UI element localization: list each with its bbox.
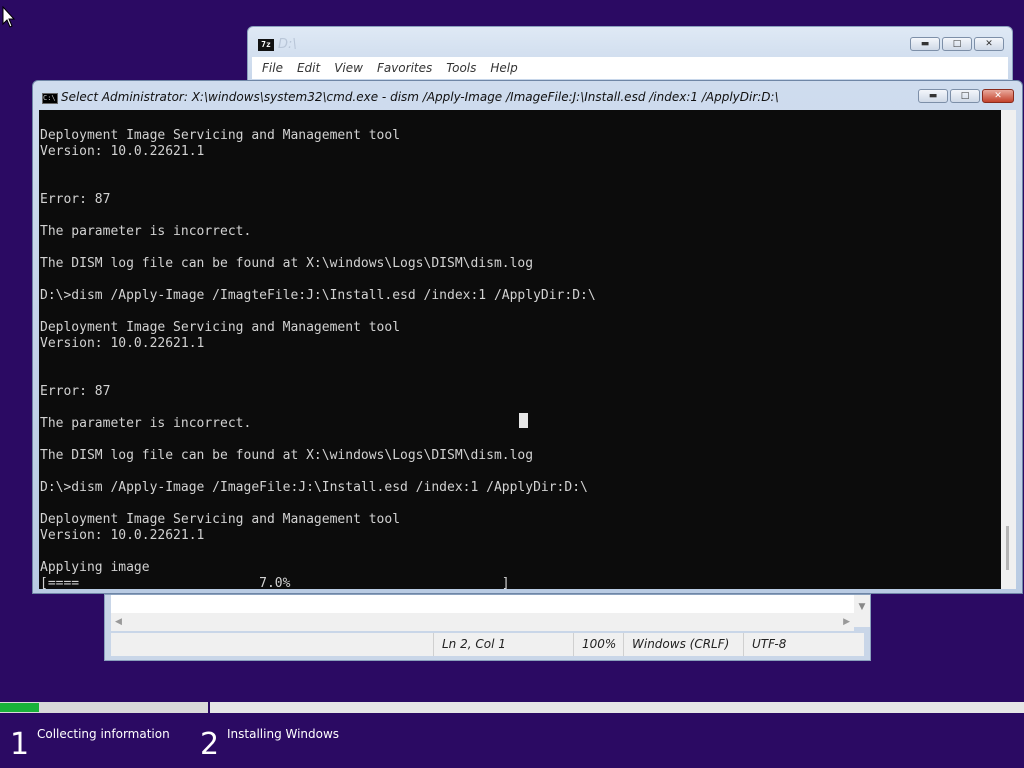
- close-icon: ✕: [985, 38, 993, 49]
- console-output[interactable]: Deployment Image Servicing and Managemen…: [39, 110, 1001, 589]
- setup-progress-divider: [208, 702, 210, 713]
- menu-help[interactable]: Help: [490, 61, 517, 75]
- cmd-close-button[interactable]: ✕: [982, 89, 1014, 103]
- scroll-down-arrow-icon[interactable]: ▼: [859, 602, 866, 612]
- minimize-icon: ▬: [920, 38, 930, 49]
- cmd-app-icon: C:\: [42, 93, 58, 104]
- menu-file[interactable]: File: [262, 61, 283, 75]
- step-2-label: Installing Windows: [227, 727, 340, 741]
- step-1-number: 1: [10, 727, 30, 762]
- setup-progress-fill: [0, 703, 39, 712]
- notepad-window[interactable]: ▼ ◀ ▶ Ln 2, Col 1 100% Windows (CRLF) UT…: [104, 594, 871, 661]
- cmd-title: Select Administrator: X:\windows\system3…: [61, 90, 779, 104]
- menu-favorites[interactable]: Favorites: [377, 61, 432, 75]
- cmd-window[interactable]: C:\ Select Administrator: X:\windows\sys…: [32, 80, 1023, 594]
- sevenzip-window[interactable]: 7z D:\ ▬ □ ✕ File Edit View Favorites To…: [247, 26, 1013, 84]
- menu-tools[interactable]: Tools: [446, 61, 476, 75]
- step-2-number: 2: [200, 727, 220, 762]
- maximize-icon: □: [952, 38, 962, 49]
- status-line-ending: Windows (CRLF): [623, 633, 743, 656]
- scroll-right-arrow-icon[interactable]: ▶: [843, 617, 850, 627]
- notepad-horizontal-scrollbar[interactable]: ◀ ▶: [111, 613, 854, 631]
- notepad-text-area[interactable]: [111, 595, 854, 613]
- cmd-scroll-thumb[interactable]: [1006, 526, 1009, 570]
- notepad-status-bar: Ln 2, Col 1 100% Windows (CRLF) UTF-8: [111, 633, 864, 656]
- maximize-button[interactable]: □: [942, 37, 972, 51]
- cmd-minimize-button[interactable]: ▬: [918, 89, 948, 103]
- maximize-icon: □: [960, 90, 970, 101]
- sevenzip-app-icon: 7z: [258, 39, 274, 51]
- sevenzip-title: D:\: [278, 37, 297, 52]
- console-text: Deployment Image Servicing and Managemen…: [40, 128, 596, 589]
- status-position: Ln 2, Col 1: [433, 633, 573, 656]
- mouse-pointer-icon: [2, 6, 16, 28]
- cmd-vertical-scrollbar[interactable]: [1001, 110, 1016, 589]
- menu-edit[interactable]: Edit: [297, 61, 320, 75]
- step-1-label: Collecting information: [37, 727, 170, 741]
- close-icon: ✕: [994, 90, 1002, 101]
- minimize-button[interactable]: ▬: [910, 37, 940, 51]
- minimize-icon: ▬: [928, 90, 938, 101]
- text-cursor: [519, 413, 528, 428]
- close-button[interactable]: ✕: [974, 37, 1004, 51]
- status-zoom: 100%: [573, 633, 623, 656]
- cmd-titlebar[interactable]: C:\ Select Administrator: X:\windows\sys…: [33, 81, 1022, 111]
- status-encoding: UTF-8: [743, 633, 843, 656]
- notepad-vertical-scrollbar[interactable]: ▼: [854, 595, 870, 627]
- sevenzip-menubar: File Edit View Favorites Tools Help: [252, 57, 1008, 79]
- menu-view[interactable]: View: [334, 61, 363, 75]
- cmd-maximize-button[interactable]: □: [950, 89, 980, 103]
- sevenzip-titlebar[interactable]: 7z D:\ ▬ □ ✕: [248, 27, 1012, 61]
- setup-progress-track-step2: [210, 702, 1024, 713]
- setup-progress-bar: [0, 702, 1024, 713]
- scroll-left-arrow-icon[interactable]: ◀: [115, 617, 122, 627]
